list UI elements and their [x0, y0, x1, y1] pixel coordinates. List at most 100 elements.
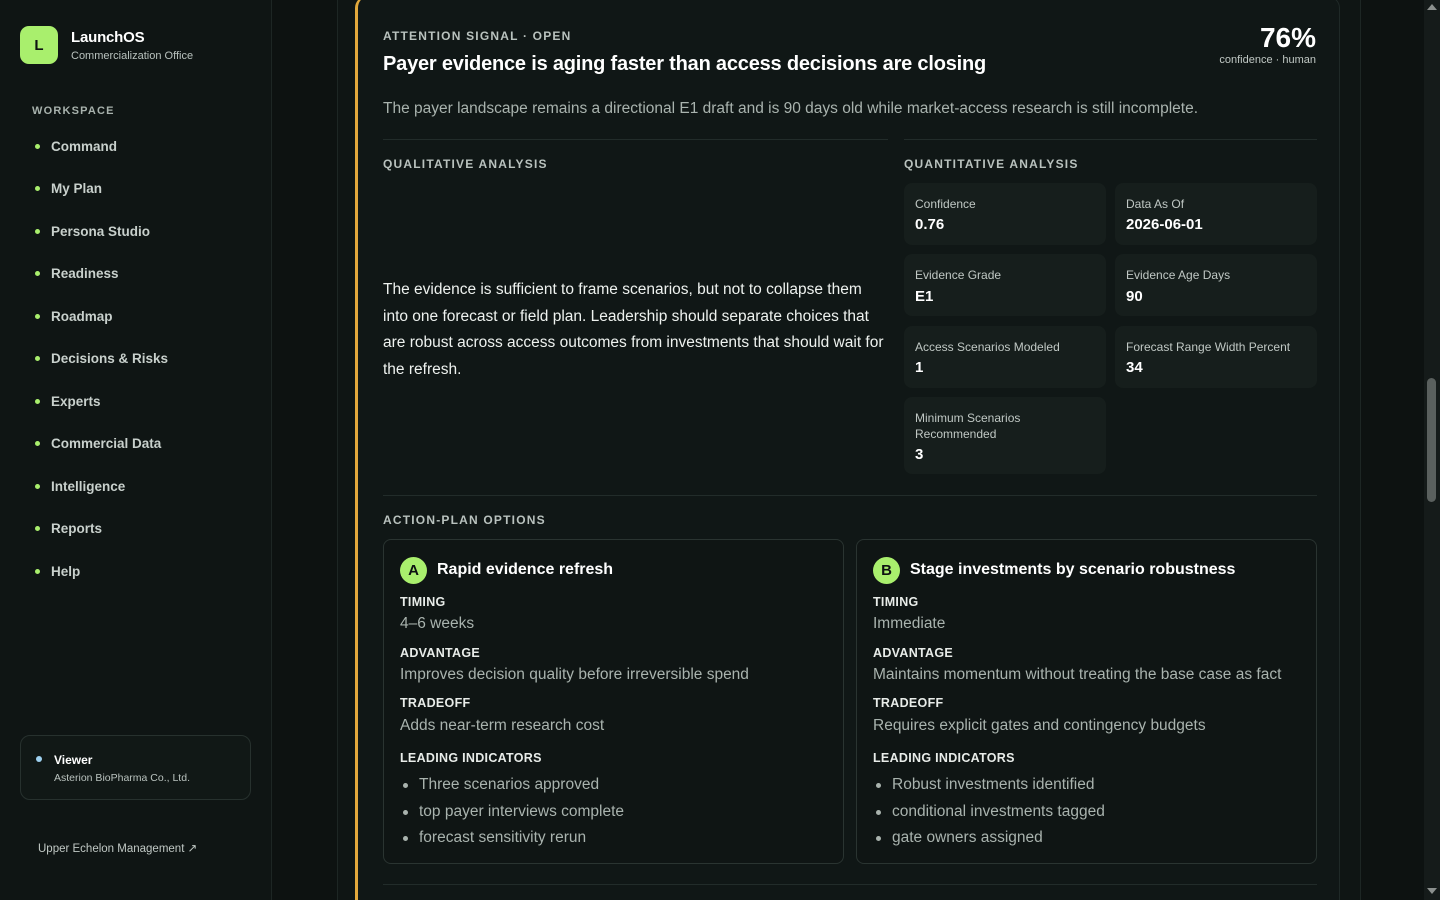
quantitative-analysis-heading: QUANTITATIVE ANALYSIS: [904, 157, 1079, 171]
sidebar-item-label: Decisions & Risks: [51, 351, 169, 367]
option-badge: B: [873, 557, 900, 584]
sidebar-item-my-plan[interactable]: My Plan: [32, 168, 252, 211]
nav-dot-icon: [35, 483, 40, 489]
indicator-text: Robust investments identified: [892, 776, 1095, 793]
nav-dot-icon: [35, 356, 40, 362]
qualitative-analysis-heading: QUALITATIVE ANALYSIS: [383, 157, 548, 171]
sidebar-item-label: Intelligence: [51, 478, 126, 494]
sidebar-item-label: Experts: [51, 393, 101, 409]
metric-card: Evidence Grade E1: [904, 254, 1106, 316]
option-title: Stage investments by scenario robustness: [910, 561, 1236, 578]
option-card-a[interactable]: A Rapid evidence refresh TIMING 4–6 week…: [383, 539, 844, 864]
metric-label: Evidence Grade: [915, 268, 1002, 282]
metric-value: 34: [1126, 359, 1143, 376]
scrollbar-thumb[interactable]: [1427, 378, 1436, 502]
sidebar-nav: Command My Plan Persona Studio Readiness…: [32, 125, 252, 593]
leading-indicators-list: Three scenarios approved top payer inter…: [400, 772, 830, 852]
metric-card: Data As Of 2026-06-01: [1115, 183, 1317, 245]
option-card-b[interactable]: B Stage investments by scenario robustne…: [856, 539, 1317, 864]
bullet-icon: [403, 809, 408, 815]
sidebar-item-reports[interactable]: Reports: [32, 508, 252, 551]
sidebar-item-label: Persona Studio: [51, 223, 151, 239]
indicator-text: forecast sensitivity rerun: [419, 829, 587, 846]
list-item: conditional investments tagged: [873, 799, 1303, 826]
tradeoff-label: TRADEOFF: [873, 696, 944, 710]
sidebar-item-experts[interactable]: Experts: [32, 380, 252, 423]
timing-value: Immediate: [873, 615, 946, 632]
leading-indicators-label: LEADING INDICATORS: [400, 751, 542, 765]
divider: [904, 139, 1317, 140]
sidebar-item-command[interactable]: Command: [32, 125, 252, 168]
tradeoff-value: Requires explicit gates and contingency …: [873, 717, 1206, 734]
nav-dot-icon: [35, 186, 40, 192]
metric-label: Evidence Age Days: [1126, 268, 1231, 282]
scroll-down-arrow-icon[interactable]: [1427, 888, 1437, 894]
scroll-up-arrow-icon[interactable]: [1427, 4, 1437, 10]
timing-value: 4–6 weeks: [400, 615, 475, 632]
nav-dot-icon: [35, 568, 40, 574]
advantage-label: ADVANTAGE: [873, 646, 954, 660]
list-item: Three scenarios approved: [400, 772, 830, 799]
sidebar-item-label: Reports: [51, 521, 103, 537]
sidebar-item-label: Roadmap: [51, 308, 113, 324]
nav-dot-icon: [35, 398, 40, 404]
sidebar-item-decisions-risks[interactable]: Decisions & Risks: [32, 338, 252, 381]
nav-dot-icon: [35, 441, 40, 447]
metric-card: Evidence Age Days 90: [1115, 254, 1317, 316]
page-scrollbar[interactable]: [1424, 0, 1440, 900]
nav-dot-icon: [35, 526, 40, 532]
advantage-value: Improves decision quality before irrever…: [400, 666, 749, 683]
bullet-icon: [403, 783, 408, 788]
nav-dot-icon: [35, 228, 40, 234]
sidebar-item-intelligence[interactable]: Intelligence: [32, 465, 252, 508]
metric-label: Data As Of: [1126, 197, 1185, 211]
sidebar-item-label: Help: [51, 563, 81, 579]
metric-value: 1: [915, 359, 924, 376]
nav-dot-icon: [35, 271, 40, 277]
metric-label: Minimum Scenarios Recommended: [915, 411, 1021, 441]
sidebar-item-commercial-data[interactable]: Commercial Data: [32, 423, 252, 466]
advantage-label: ADVANTAGE: [400, 646, 481, 660]
tradeoff-value: Adds near-term research cost: [400, 717, 605, 734]
indicator-text: top payer interviews complete: [419, 802, 625, 820]
sidebar-item-roadmap[interactable]: Roadmap: [32, 295, 252, 338]
upper-echelon-link[interactable]: Upper Echelon Management ↗: [38, 841, 197, 855]
sidebar-item-help[interactable]: Help: [32, 550, 252, 593]
list-item: Robust investments identified: [873, 772, 1303, 799]
list-item: top payer interviews complete: [400, 799, 830, 826]
viewer-organization: Asterion BioPharma Co., Ltd.: [54, 772, 190, 784]
metric-card: Access Scenarios Modeled 1: [904, 326, 1106, 388]
bullet-icon: [876, 809, 881, 815]
option-title: Rapid evidence refresh: [437, 561, 614, 578]
viewer-card[interactable]: Viewer Asterion BioPharma Co., Ltd.: [20, 735, 251, 800]
metric-card: Confidence 0.76: [904, 183, 1106, 245]
sidebar-item-label: Commercial Data: [51, 436, 162, 452]
leading-indicators-label: LEADING INDICATORS: [873, 751, 1015, 765]
indicator-text: gate owners assigned: [892, 829, 1043, 846]
workspace-section-label: WORKSPACE: [32, 105, 115, 117]
metric-label: Forecast Range Width Percent: [1126, 340, 1291, 354]
confidence-note: confidence · human: [1219, 54, 1316, 66]
metric-value: 3: [915, 446, 924, 463]
action-plan-options-heading: ACTION-PLAN OPTIONS: [383, 513, 546, 527]
brand-text: LaunchOS Commercialization Office: [71, 29, 193, 62]
tradeoff-label: TRADEOFF: [400, 696, 471, 710]
confidence-percent: 76%: [1259, 22, 1316, 53]
brand-name: LaunchOS: [71, 28, 145, 46]
divider: [383, 139, 888, 140]
signal-kicker: ATTENTION SIGNAL · OPEN: [383, 29, 572, 43]
list-item: forecast sensitivity rerun: [400, 825, 830, 852]
metric-value: 90: [1126, 288, 1143, 305]
status-dot-icon: [36, 756, 42, 762]
divider: [383, 884, 1317, 885]
sidebar-item-persona-studio[interactable]: Persona Studio: [32, 210, 252, 253]
bullet-icon: [876, 783, 881, 788]
brand[interactable]: L LaunchOS Commercialization Office: [20, 26, 193, 64]
sidebar-item-readiness[interactable]: Readiness: [32, 253, 252, 296]
nav-dot-icon: [35, 313, 40, 319]
signal-title: Payer evidence is aging faster than acce…: [383, 53, 987, 75]
qualitative-analysis-text: The evidence is sufficient to frame scen…: [383, 281, 884, 378]
indicator-text: conditional investments tagged: [892, 802, 1105, 820]
bullet-icon: [403, 836, 408, 841]
sidebar-item-label: Readiness: [51, 266, 119, 282]
